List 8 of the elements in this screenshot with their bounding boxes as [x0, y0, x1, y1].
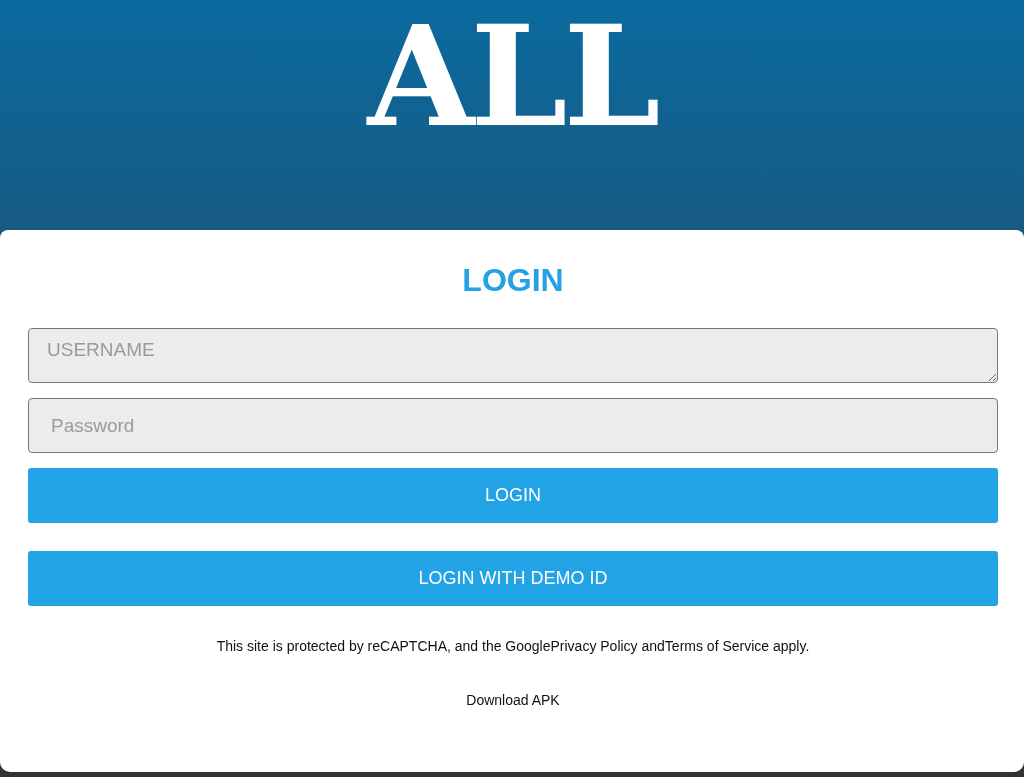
recaptcha-notice: This site is protected by reCAPTCHA, and the GooglePrivacy Policy andTerms of Service apply.	[216, 638, 810, 654]
login-title: LOGIN	[462, 262, 564, 298]
password-field[interactable]: Password	[28, 398, 998, 453]
logo: ALL	[367, 8, 657, 150]
username-field[interactable]: USERNAME	[28, 328, 998, 383]
login-button[interactable]: LOGIN	[28, 468, 998, 523]
download-link[interactable]: Download APK	[466, 692, 560, 708]
login-button[interactable]: LOGIN WITH DEMO ID	[28, 551, 998, 606]
